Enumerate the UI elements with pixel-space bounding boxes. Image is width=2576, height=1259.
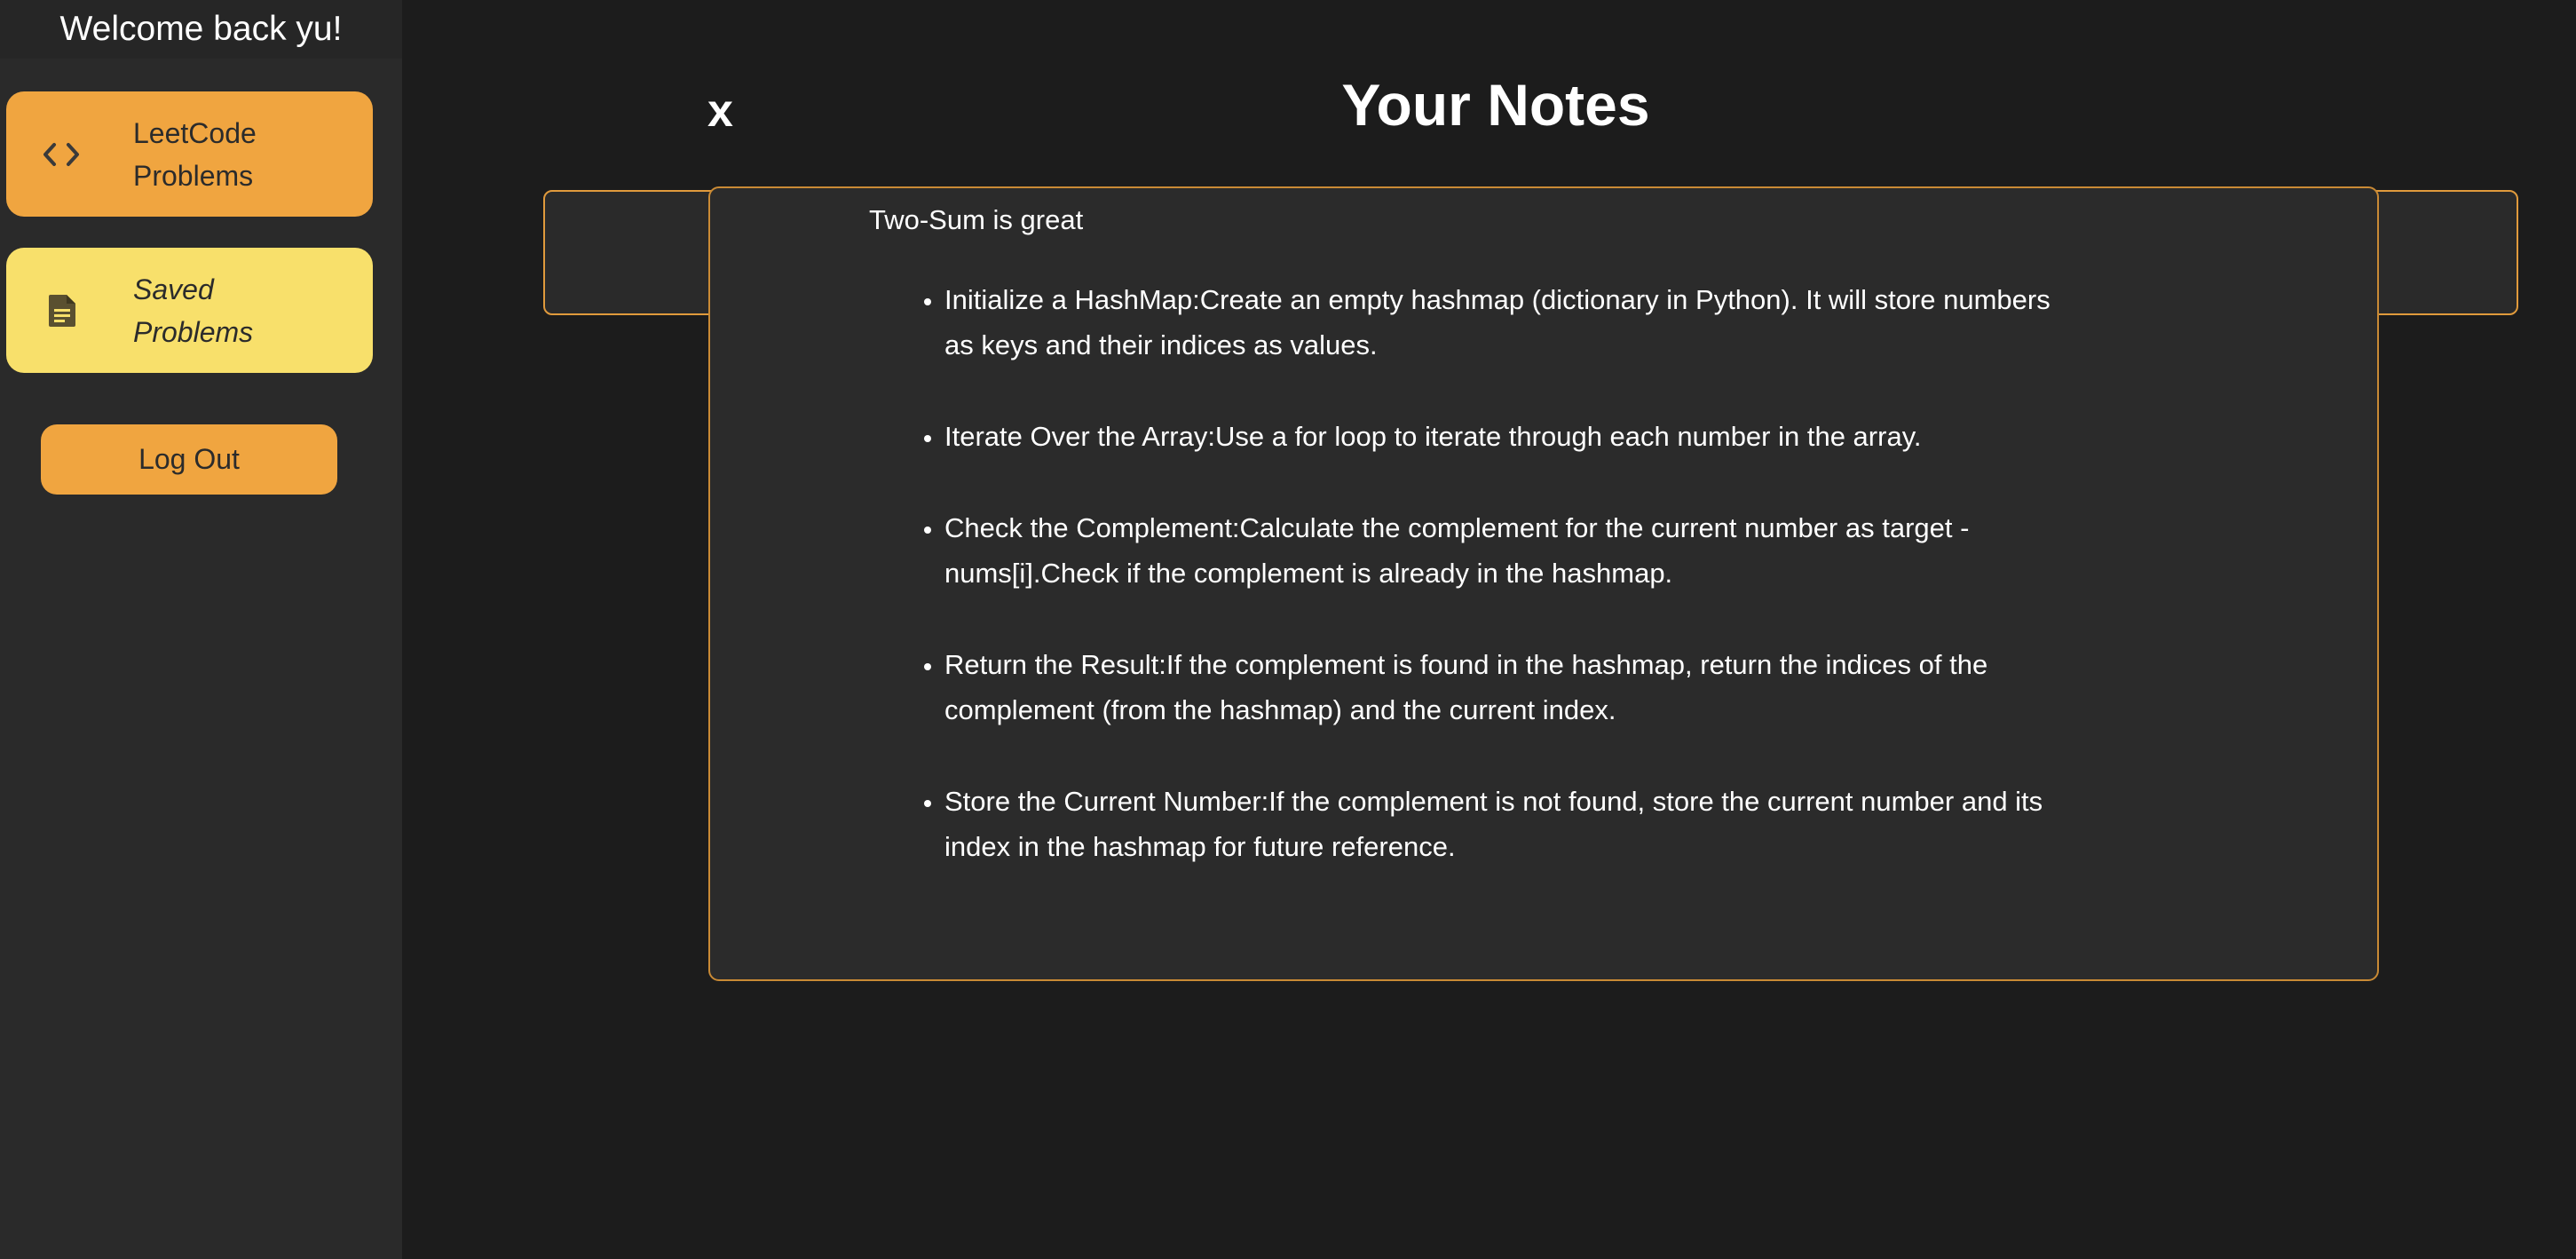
list-item: Return the Result:If the complement is f… [944,642,2054,732]
note-modal: Two-Sum is great Initialize a HashMap:Cr… [708,186,2379,981]
note-title: Two-Sum is great [869,204,1084,235]
page-title: Your Notes [1341,72,1650,138]
saved-problems-button[interactable]: Saved Problems [6,248,373,373]
close-button[interactable]: x [707,84,733,138]
leetcode-problems-label: LeetCode Problems [133,116,257,192]
note-list: Initialize a HashMap:Create an empty has… [914,277,2054,915]
list-item: Iterate Over the Array:Use a for loop to… [944,414,2054,459]
list-item: Check the Complement:Calculate the compl… [944,505,2054,596]
saved-problems-label: Saved Problems [133,273,254,348]
sidebar: Welcome back yu! LeetCode Problems Saved… [0,0,402,1259]
welcome-message: Welcome back yu! [0,0,402,59]
leetcode-problems-button[interactable]: LeetCode Problems [6,91,373,217]
code-icon [40,133,83,176]
list-item: Store the Current Number:If the compleme… [944,779,2054,869]
list-item: Initialize a HashMap:Create an empty has… [944,277,2054,368]
document-icon [40,289,83,332]
log-out-button[interactable]: Log Out [41,424,337,495]
app: Welcome back yu! LeetCode Problems Saved… [0,0,2576,1259]
